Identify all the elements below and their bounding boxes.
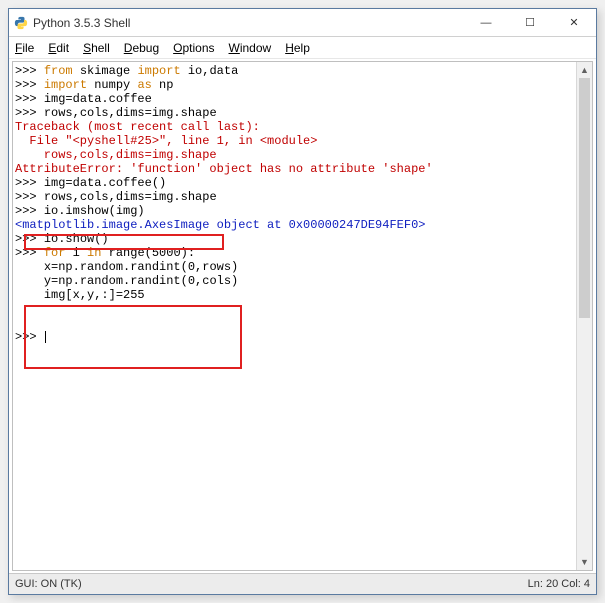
window-controls: — ☐ ✕ <box>464 9 596 37</box>
python-icon <box>9 16 33 30</box>
menu-edit[interactable]: Edit <box>48 41 69 55</box>
menu-shell[interactable]: Shell <box>83 41 110 55</box>
minimize-button[interactable]: — <box>464 9 508 37</box>
status-bar: GUI: ON (TK) Ln: 20 Col: 4 <box>9 573 596 594</box>
menu-window[interactable]: Window <box>229 41 272 55</box>
menu-debug[interactable]: Debug <box>124 41 159 55</box>
menu-options[interactable]: Options <box>173 41 214 55</box>
text-caret <box>45 331 46 343</box>
scroll-up-icon[interactable]: ▲ <box>577 62 592 78</box>
menu-file[interactable]: File <box>15 41 34 55</box>
scroll-down-icon[interactable]: ▼ <box>577 554 592 570</box>
menu-bar: File Edit Shell Debug Options Window Hel… <box>9 37 596 59</box>
console-area[interactable]: >>> from skimage import io,data >>> impo… <box>12 61 593 571</box>
scroll-thumb[interactable] <box>579 78 590 318</box>
console-text[interactable]: >>> from skimage import io,data >>> impo… <box>13 62 576 570</box>
title-bar[interactable]: Python 3.5.3 Shell — ☐ ✕ <box>9 9 596 37</box>
close-button[interactable]: ✕ <box>552 9 596 37</box>
app-window: Python 3.5.3 Shell — ☐ ✕ File Edit Shell… <box>8 8 597 595</box>
vertical-scrollbar[interactable]: ▲ ▼ <box>576 62 592 570</box>
window-title: Python 3.5.3 Shell <box>33 16 464 30</box>
status-right: Ln: 20 Col: 4 <box>528 578 590 590</box>
maximize-button[interactable]: ☐ <box>508 9 552 37</box>
menu-help[interactable]: Help <box>285 41 310 55</box>
status-left: GUI: ON (TK) <box>15 578 528 590</box>
